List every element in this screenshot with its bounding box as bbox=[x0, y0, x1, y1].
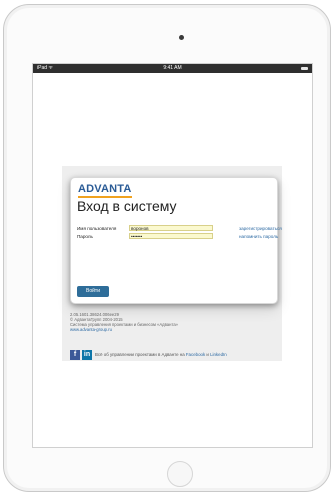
linkedin-link[interactable]: LinkedIn bbox=[210, 352, 227, 357]
login-card: ADVANTA Вход в систему Имя пользователя … bbox=[70, 177, 282, 304]
battery-icon bbox=[301, 67, 308, 70]
social-links: f in Всё об управлении проектами в Адван… bbox=[70, 350, 280, 362]
password-label: Пароль bbox=[77, 234, 93, 239]
tablet-screen: iPad ᯤ 9:41 AM ADVANTA Вход в систему Им… bbox=[32, 63, 313, 448]
username-label: Имя пользователя bbox=[77, 226, 117, 231]
tablet-frame: iPad ᯤ 9:41 AM ADVANTA Вход в систему Им… bbox=[3, 4, 331, 492]
footer: 2.05.1601.38624.006ee29 © АдвантаГрупп 2… bbox=[70, 312, 280, 332]
home-button[interactable] bbox=[167, 461, 193, 487]
remind-password-link[interactable]: напомнить пароль bbox=[239, 234, 278, 239]
password-input[interactable]: ••••••• bbox=[129, 233, 213, 239]
register-link[interactable]: зарегистрироваться bbox=[239, 226, 282, 231]
status-time: 9:41 AM bbox=[163, 65, 182, 71]
social-text: Всё об управлении проектами в Адванте на… bbox=[95, 352, 227, 357]
advanta-logo: ADVANTA bbox=[78, 183, 132, 198]
page-title: Вход в систему bbox=[77, 198, 177, 214]
site-link[interactable]: www.advanta-group.ru bbox=[70, 327, 112, 332]
social-prefix: Всё об управлении проектами в Адванте на bbox=[95, 352, 186, 357]
facebook-link[interactable]: Facebook bbox=[186, 352, 205, 357]
login-button[interactable]: Войти bbox=[77, 286, 109, 297]
status-bar: iPad ᯤ 9:41 AM bbox=[33, 64, 312, 73]
username-input[interactable]: воронов bbox=[129, 225, 213, 231]
linkedin-icon[interactable]: in bbox=[82, 350, 92, 360]
facebook-icon[interactable]: f bbox=[70, 350, 80, 360]
camera-icon bbox=[179, 35, 184, 40]
